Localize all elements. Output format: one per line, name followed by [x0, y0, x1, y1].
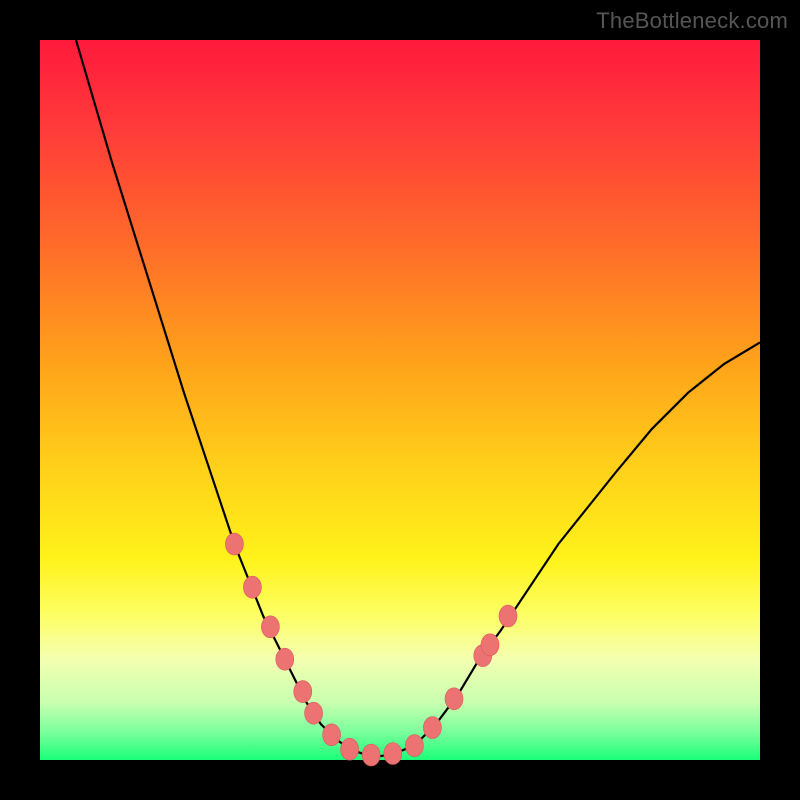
bottleneck-dot — [243, 576, 261, 598]
bottleneck-dot — [499, 605, 517, 627]
bottleneck-dot — [341, 738, 359, 760]
bottleneck-dot — [405, 735, 423, 757]
watermark-text: TheBottleneck.com — [596, 8, 788, 34]
bottleneck-dot — [305, 702, 323, 724]
bottleneck-dot — [384, 743, 402, 765]
bottleneck-dot — [362, 744, 380, 766]
bottleneck-dot — [225, 533, 243, 555]
bottleneck-dot — [423, 717, 441, 739]
bottleneck-dot — [276, 648, 294, 670]
bottleneck-dot — [261, 616, 279, 638]
bottleneck-dot — [445, 688, 463, 710]
bottleneck-dot — [323, 724, 341, 746]
bottleneck-dot — [294, 681, 312, 703]
chart-svg — [40, 40, 760, 760]
bottleneck-curve — [76, 40, 760, 756]
bottleneck-dot — [481, 634, 499, 656]
chart-container: TheBottleneck.com — [0, 0, 800, 800]
bottleneck-dots-group — [225, 533, 517, 766]
